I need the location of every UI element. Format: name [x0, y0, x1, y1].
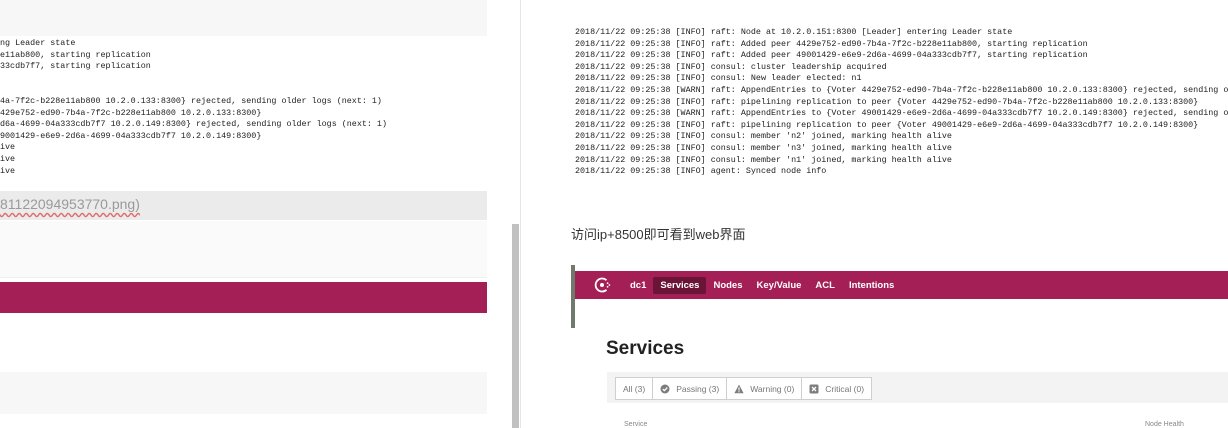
filter-critical-button[interactable]: Critical (0): [802, 378, 871, 399]
scrollbar-thumb[interactable]: [512, 224, 519, 428]
critical-x-icon: [809, 384, 819, 394]
log-line: ive: [0, 153, 16, 164]
left-document-pane: ng Leader state e11ab800, starting repli…: [0, 0, 521, 428]
log-line: ive: [0, 142, 16, 153]
filter-all-button[interactable]: All (3): [616, 378, 654, 399]
log-line: 2018/11/22 09:25:38 [WARN] raft: AppendE…: [575, 108, 1228, 119]
log-line: 2018/11/22 09:25:38 [INFO] raft: Added p…: [575, 50, 1088, 61]
filter-warning-button[interactable]: Warning (0): [727, 378, 803, 399]
log-line: d6a-4699-04a333cdb7f7 10.2.0.149:8300} r…: [0, 119, 387, 130]
log-line: e11ab800, starting replication: [0, 49, 151, 60]
left-consul-header-crop: [0, 282, 487, 313]
log-line: 33cdb7f7, starting replication: [0, 61, 151, 72]
log-line: 2018/11/22 09:25:38 [INFO] consul: New l…: [575, 73, 862, 84]
article-paragraph: 访问ip+8500即可看到web界面: [571, 227, 746, 242]
left-filter-strip-crop: [0, 372, 487, 414]
log-line: 9001429-e6e9-2d6a-4699-04a333cdb7f7 10.2…: [0, 130, 262, 141]
log-line: 2018/11/22 09:25:38 [INFO] raft: pipelin…: [575, 119, 1199, 130]
nav-intentions[interactable]: Intentions: [842, 277, 901, 294]
right-log-block: 2018/11/22 09:25:38 [INFO] raft: Node at…: [575, 27, 1228, 187]
nav-key-value[interactable]: Key/Value: [750, 277, 809, 294]
image-caption: 81122094953770.png): [0, 191, 487, 220]
filter-passing-button[interactable]: Passing (3): [653, 378, 728, 399]
log-line: 2018/11/22 09:25:38 [INFO] raft: pipelin…: [575, 96, 1199, 107]
left-log-block: ng Leader state e11ab800, starting repli…: [0, 38, 487, 188]
log-line: 2018/11/22 09:25:38 [INFO] consul: membe…: [575, 131, 952, 142]
check-circle-icon: [660, 384, 670, 394]
log-line: 2018/11/22 09:25:38 [INFO] consul: membe…: [575, 142, 952, 153]
log-line: 2018/11/22 09:25:38 [INFO] raft: Added p…: [575, 38, 1088, 49]
nav-acl[interactable]: ACL: [808, 277, 842, 294]
log-line: ng Leader state: [0, 38, 76, 48]
log-line: 2018/11/22 09:25:38 [WARN] raft: AppendE…: [575, 84, 1228, 95]
column-header-service[interactable]: Service: [624, 421, 647, 428]
left-empty-block: [0, 221, 487, 278]
consul-logo-icon[interactable]: [591, 274, 613, 296]
log-line: 2018/11/22 09:25:38 [INFO] raft: Node at…: [575, 27, 1013, 37]
left-top-strip: [0, 0, 487, 36]
image-caption-text: 81122094953770.png): [0, 196, 140, 212]
log-line: 2018/11/22 09:25:38 [INFO] agent: Synced…: [575, 166, 827, 177]
filter-warning-label: Warning (0): [750, 383, 795, 394]
log-line: 2018/11/22 09:25:38 [INFO] consul: clust…: [575, 61, 887, 72]
health-filter-bar: All (3) Passing (3) Warning (0) Critical…: [607, 372, 1228, 403]
filter-all-label: All (3): [623, 383, 646, 394]
log-line: 2018/11/22 09:25:38 [INFO] consul: membe…: [575, 154, 952, 165]
filter-critical-label: Critical (0): [825, 383, 865, 394]
nav-services[interactable]: Services: [653, 276, 707, 294]
datacenter-selector[interactable]: dc1: [623, 277, 653, 294]
log-line: 4a-7f2c-b228e11ab800 10.2.0.133:8300} re…: [0, 95, 382, 106]
filter-passing-label: Passing (3): [676, 383, 720, 394]
consul-ui-screenshot: dc1 Services Nodes Key/Value ACL Intenti…: [571, 265, 1228, 428]
column-header-node-health[interactable]: Node Health: [1145, 421, 1184, 428]
warning-triangle-icon: [734, 384, 744, 394]
page-title: Services: [606, 338, 685, 359]
health-filter-group: All (3) Passing (3) Warning (0) Critical…: [615, 377, 873, 400]
log-line: 429e752-ed90-7b4a-7f2c-b228e11ab800 10.2…: [0, 107, 262, 118]
consul-nav-bar: dc1 Services Nodes Key/Value ACL Intenti…: [575, 271, 1228, 299]
log-line: ive: [0, 165, 16, 176]
nav-nodes[interactable]: Nodes: [706, 277, 749, 294]
